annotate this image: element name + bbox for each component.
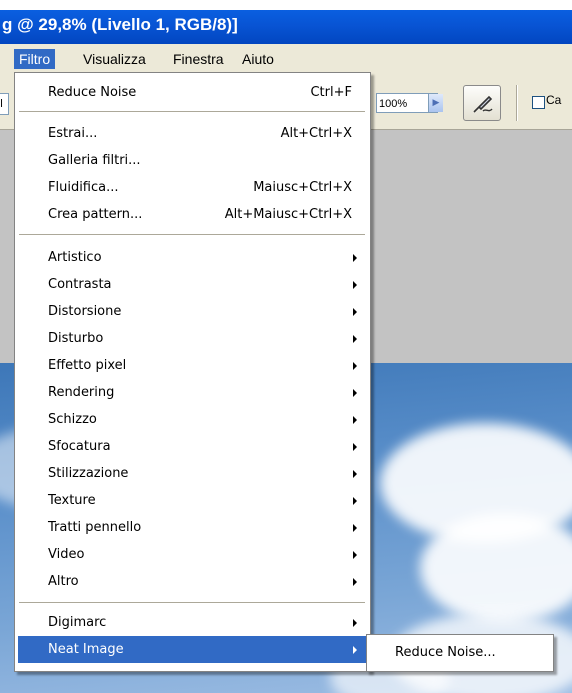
menu-filtro[interactable]: Filtro <box>14 49 56 69</box>
menu-item-label: Altro <box>48 574 79 589</box>
menu-item-stilizzazione[interactable]: Stilizzazione <box>18 460 366 487</box>
menu-item-label: Texture <box>48 493 96 508</box>
menu-item-label: Sfocatura <box>48 439 111 454</box>
menu-aiuto[interactable]: Aiuto <box>237 49 279 69</box>
window-title: g @ 29,8% (Livello 1, RGB/8)] <box>2 15 238 34</box>
menu-item-video[interactable]: Video <box>18 541 366 568</box>
menu-item-label: Distorsione <box>48 304 122 319</box>
menu-separator <box>19 111 365 112</box>
menu-item-label: Contrasta <box>48 277 112 292</box>
submenu-arrow-icon <box>353 619 357 627</box>
menu-item-label: Rendering <box>48 385 115 400</box>
menu-item-effetto-pixel[interactable]: Effetto pixel <box>18 352 366 379</box>
submenu-arrow-icon <box>353 443 357 451</box>
menu-item-tratti-pennello[interactable]: Tratti pennello <box>18 514 366 541</box>
submenu-arrow-icon <box>353 389 357 397</box>
menu-item-label: Reduce Noise <box>48 85 137 100</box>
filtro-dropdown-menu: Reduce Noise Ctrl+F Estrai... Alt+Ctrl+X… <box>14 72 371 672</box>
menu-item-fluidifica[interactable]: Fluidifica... Maiusc+Ctrl+X <box>18 174 366 201</box>
menu-item-label: Fluidifica... <box>48 180 119 195</box>
menu-item-label: Artistico <box>48 250 102 265</box>
menu-item-reduce-noise[interactable]: Reduce Noise Ctrl+F <box>18 79 366 106</box>
menu-item-artistico[interactable]: Artistico <box>18 244 366 271</box>
menu-separator <box>19 602 365 603</box>
title-bar-partial <box>0 0 572 10</box>
airbrush-icon <box>473 95 493 113</box>
title-bar: g @ 29,8% (Livello 1, RGB/8)] <box>0 10 572 44</box>
menu-item-rendering[interactable]: Rendering <box>18 379 366 406</box>
menu-finestra[interactable]: Finestra <box>168 49 229 69</box>
menu-item-galleria-filtri[interactable]: Galleria filtri... <box>18 147 366 174</box>
menu-item-crea-pattern[interactable]: Crea pattern... Alt+Maiusc+Ctrl+X <box>18 201 366 228</box>
menu-item-label: Tratti pennello <box>48 520 142 535</box>
menu-item-shortcut: Alt+Ctrl+X <box>280 126 352 141</box>
menu-item-label: Effetto pixel <box>48 358 127 373</box>
menu-item-label: Schizzo <box>48 412 97 427</box>
menu-item-estrai[interactable]: Estrai... Alt+Ctrl+X <box>18 120 366 147</box>
submenu-arrow-icon <box>353 497 357 505</box>
ca-checkbox-label: Ca <box>546 93 562 107</box>
menu-item-label: Crea pattern... <box>48 207 143 222</box>
menu-item-label: Reduce Noise... <box>395 645 496 660</box>
menu-item-shortcut: Alt+Maiusc+Ctrl+X <box>224 207 352 222</box>
submenu-arrow-icon <box>353 524 357 532</box>
menu-item-label: Disturbo <box>48 331 104 346</box>
menu-bar: Filtro Visualizza Finestra Aiuto <box>0 44 572 73</box>
submenu-arrow-icon <box>353 578 357 586</box>
menu-item-neat-image[interactable]: Neat Image <box>18 636 366 663</box>
menu-item-label: Galleria filtri... <box>48 153 141 168</box>
ca-checkbox[interactable] <box>532 96 545 109</box>
submenu-arrow-icon <box>353 416 357 424</box>
menu-item-schizzo[interactable]: Schizzo <box>18 406 366 433</box>
airbrush-button[interactable] <box>463 85 501 121</box>
menu-item-contrasta[interactable]: Contrasta <box>18 271 366 298</box>
menu-item-sfocatura[interactable]: Sfocatura <box>18 433 366 460</box>
submenu-arrow-icon <box>353 254 357 262</box>
toolbar-divider <box>516 85 518 121</box>
submenu-arrow-icon <box>353 551 357 559</box>
menu-item-label: Digimarc <box>48 615 107 630</box>
menu-item-texture[interactable]: Texture <box>18 487 366 514</box>
truncated-option-field[interactable]: l <box>0 93 9 115</box>
menu-item-label: Stilizzazione <box>48 466 129 481</box>
menu-item-label: Video <box>48 547 85 562</box>
submenu-arrow-icon <box>353 646 357 654</box>
menu-separator <box>19 234 365 235</box>
menu-item-shortcut: Maiusc+Ctrl+X <box>253 180 352 195</box>
neat-image-submenu: Reduce Noise... <box>366 634 554 672</box>
submenu-arrow-icon <box>353 362 357 370</box>
menu-item-label: Neat Image <box>48 642 124 657</box>
zoom-arrow-icon[interactable]: ▶ <box>428 94 443 112</box>
submenu-arrow-icon <box>353 308 357 316</box>
menu-visualizza[interactable]: Visualizza <box>78 49 151 69</box>
submenu-arrow-icon <box>353 335 357 343</box>
menu-item-shortcut: Ctrl+F <box>310 85 352 100</box>
menu-item-distorsione[interactable]: Distorsione <box>18 298 366 325</box>
submenu-arrow-icon <box>353 281 357 289</box>
menu-item-label: Estrai... <box>48 126 98 141</box>
submenu-item-reduce-noise[interactable]: Reduce Noise... <box>369 639 551 666</box>
menu-item-disturbo[interactable]: Disturbo <box>18 325 366 352</box>
menu-item-altro[interactable]: Altro <box>18 568 366 595</box>
submenu-arrow-icon <box>353 470 357 478</box>
menu-item-digimarc[interactable]: Digimarc <box>18 609 366 636</box>
